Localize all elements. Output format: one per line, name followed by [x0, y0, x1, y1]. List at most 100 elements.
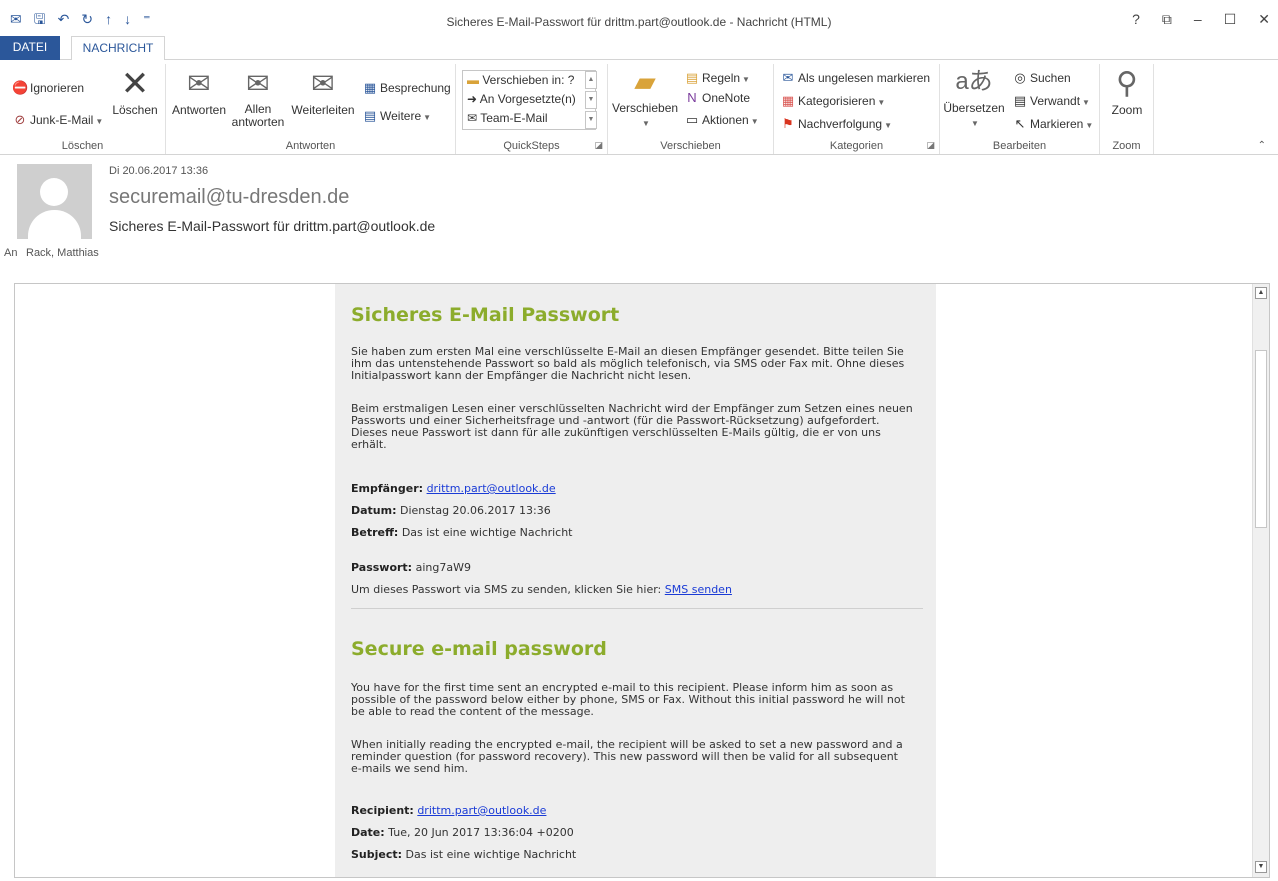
unread-mail-icon: ✉ — [782, 70, 794, 85]
group-antworten: ✉ Antworten ✉ Allen antworten ✉ Weiterle… — [166, 64, 456, 154]
group-loeschen: ⛔ Ignorieren ⊘ Junk-E-Mail ▼ ✕ Löschen Lösc… — [0, 64, 166, 154]
vertical-scrollbar[interactable]: ▲ ▼ — [1252, 284, 1269, 877]
ribbon-display-options-icon[interactable]: ⧉ — [1162, 12, 1172, 26]
to-label: An — [4, 247, 18, 259]
group-label-zoom: Zoom — [1112, 140, 1141, 152]
close-icon[interactable]: ✕ — [1258, 12, 1270, 26]
quickstep-to-manager[interactable]: ➜ An Vorgesetzte(n) — [467, 92, 576, 106]
cursor-icon: ↖ — [1014, 116, 1026, 131]
chevron-down-icon: ▼ — [1085, 121, 1094, 130]
gallery-up-arrow-icon[interactable]: ▲ — [585, 71, 597, 89]
delete-x-icon: ✕ — [120, 65, 150, 103]
group-label-quicksteps: QuickSteps — [503, 140, 560, 152]
ribbon-tabs: DATEI NACHRICHT — [0, 36, 1278, 61]
meeting-icon: ▦ — [363, 80, 377, 95]
date-line-de: Datum: Dienstag 20.06.2017 13:36 — [351, 504, 551, 517]
message-body: Sicheres E-Mail Passwort Sie haben zum e… — [335, 284, 936, 877]
quicksteps-gallery: ▬ Verschieben in: ? ➜ An Vorgesetzte(n) … — [462, 70, 597, 130]
scroll-thumb[interactable] — [1255, 350, 1267, 528]
reply-all-icon: ✉ — [246, 68, 270, 99]
delete-button[interactable]: ✕ Löschen — [110, 65, 160, 117]
quickstep-move-to[interactable]: ▬ Verschieben in: ? — [467, 73, 574, 87]
sender-address[interactable]: securemail@tu-dresden.de — [109, 186, 349, 209]
ignore-icon: ⛔ — [12, 80, 29, 95]
window-title: Sicheres E-Mail-Passwort für drittm.part… — [446, 15, 832, 29]
junk-mail-button[interactable]: ⊘ Junk-E-Mail ▼ — [12, 112, 104, 128]
quickstep-team-email[interactable]: ✉ Team-E-Mail — [467, 111, 548, 125]
forward-icon: ➜ — [467, 92, 478, 106]
minimize-icon[interactable]: – — [1194, 12, 1202, 26]
actions-button[interactable]: ▭ Aktionen ▼ — [684, 112, 759, 128]
flag-icon: ⚑ — [782, 116, 794, 131]
date-line-en: Date: Tue, 20 Jun 2017 13:36:04 +0200 — [351, 826, 574, 839]
paragraph-de-2: Beim erstmaligen Lesen einer verschlüsse… — [351, 402, 913, 451]
find-button[interactable]: ◎ Suchen — [1012, 70, 1070, 86]
onenote-icon: N — [687, 90, 697, 105]
zoom-button[interactable]: ⚲ Zoom — [1104, 68, 1150, 118]
password-value: aing7aW9 — [415, 561, 471, 574]
ignore-button[interactable]: ⛔ Ignorieren — [12, 80, 84, 96]
ribbon: ⛔ Ignorieren ⊘ Junk-E-Mail ▼ ✕ Löschen Lösc… — [0, 60, 1278, 155]
group-bearbeiten: aあ Übersetzen ▼ ◎ Suchen ▤ Verwandt ▼ ↖ Marki… — [940, 64, 1100, 154]
categorize-button[interactable]: ▦ Kategorisieren ▼ — [780, 93, 885, 109]
mark-unread-button[interactable]: ✉ Als ungelesen markieren — [780, 70, 931, 86]
group-zoom: ⚲ Zoom Zoom — [1100, 64, 1154, 154]
divider — [351, 608, 923, 609]
recipient-name[interactable]: Rack, Matthias — [26, 247, 99, 259]
reply-icon: ✉ — [187, 68, 211, 99]
junk-icon: ⊘ — [14, 112, 26, 127]
more-respond-button[interactable]: ▤ Weitere ▼ — [362, 108, 431, 124]
translate-button[interactable]: aあ Übersetzen ▼ — [942, 66, 1006, 129]
dialog-launcher-icon[interactable]: ◪ — [926, 140, 935, 151]
group-label-verschieben: Verschieben — [660, 140, 721, 152]
window-controls: ? ⧉ – ☐ ✕ — [1132, 12, 1270, 26]
chevron-down-icon: ▼ — [750, 117, 759, 126]
scroll-up-arrow-icon[interactable]: ▲ — [1255, 287, 1267, 299]
help-icon[interactable]: ? — [1132, 12, 1140, 26]
recipient-link-en[interactable]: drittm.part@outlook.de — [417, 804, 546, 817]
group-label-loeschen: Löschen — [61, 140, 104, 152]
reply-all-button[interactable]: ✉ Allen antworten — [230, 68, 286, 129]
sms-line: Um dieses Passwort via SMS zu senden, kl… — [351, 583, 732, 596]
collapse-ribbon-icon[interactable]: ⌃ — [1258, 140, 1266, 151]
gallery-down-arrow-icon[interactable]: ▼ — [585, 91, 597, 109]
chevron-down-icon: ▼ — [971, 119, 979, 128]
mail-icon: ✉ — [467, 111, 478, 125]
dialog-launcher-icon[interactable]: ◪ — [594, 140, 603, 151]
select-button[interactable]: ↖ Markieren ▼ — [1012, 116, 1094, 132]
tab-message[interactable]: NACHRICHT — [71, 36, 165, 61]
gallery-more-icon[interactable]: ▼ — [585, 111, 597, 129]
message-subject: Sicheres E-Mail-Passwort für drittm.part… — [109, 218, 436, 234]
reply-button[interactable]: ✉ Antworten — [170, 68, 228, 117]
chevron-down-icon: ▼ — [642, 119, 650, 128]
group-kategorien: ✉ Als ungelesen markieren ▦ Kategorisieren… — [774, 64, 940, 154]
meeting-button[interactable]: ▦ Besprechung — [362, 80, 451, 96]
recipient-line-en: Recipient: drittm.part@outlook.de — [351, 804, 547, 817]
rules-button[interactable]: ▤ Regeln ▼ — [684, 70, 750, 86]
folder-icon: ▬ — [467, 73, 479, 87]
group-quicksteps: ▬ Verschieben in: ? ➜ An Vorgesetzte(n) … — [456, 64, 608, 154]
scroll-down-arrow-icon[interactable]: ▼ — [1255, 861, 1267, 873]
avatar-body — [28, 210, 81, 239]
avatar — [17, 164, 92, 239]
group-label-bearbeiten: Bearbeiten — [992, 140, 1047, 152]
chevron-down-icon: ▼ — [423, 113, 432, 122]
related-button[interactable]: ▤ Verwandt ▼ — [1012, 93, 1090, 109]
maximize-icon[interactable]: ☐ — [1224, 12, 1237, 26]
avatar-head — [40, 178, 68, 206]
onenote-button[interactable]: N OneNote — [684, 90, 750, 105]
title-bar: ✉ 🖫 ↶ ↻ ↑ ↓ ⁼ Sicheres E-Mail-Passwort f… — [0, 0, 1278, 36]
follow-up-button[interactable]: ⚑ Nachverfolgung ▼ — [780, 116, 892, 132]
reading-pane: Sicheres E-Mail Passwort Sie haben zum e… — [14, 283, 1270, 878]
group-label-kategorien: Kategorien — [829, 140, 884, 152]
heading-en: Secure e-mail password — [351, 638, 607, 660]
tab-file[interactable]: DATEI — [0, 36, 60, 60]
move-button[interactable]: ▰ Verschieben ▼ — [612, 66, 678, 129]
sms-send-link[interactable]: SMS senden — [665, 583, 732, 596]
forward-button[interactable]: ✉ Weiterleiten — [288, 68, 358, 117]
paragraph-en-2: When initially reading the encrypted e-m… — [351, 738, 903, 775]
recipient-link-de[interactable]: drittm.part@outlook.de — [427, 482, 556, 495]
group-verschieben: ▰ Verschieben ▼ ▤ Regeln ▼ N OneNote ▭ Aktion… — [608, 64, 774, 154]
sent-date: Di 20.06.2017 13:36 — [109, 165, 209, 177]
rules-icon: ▤ — [685, 70, 699, 85]
